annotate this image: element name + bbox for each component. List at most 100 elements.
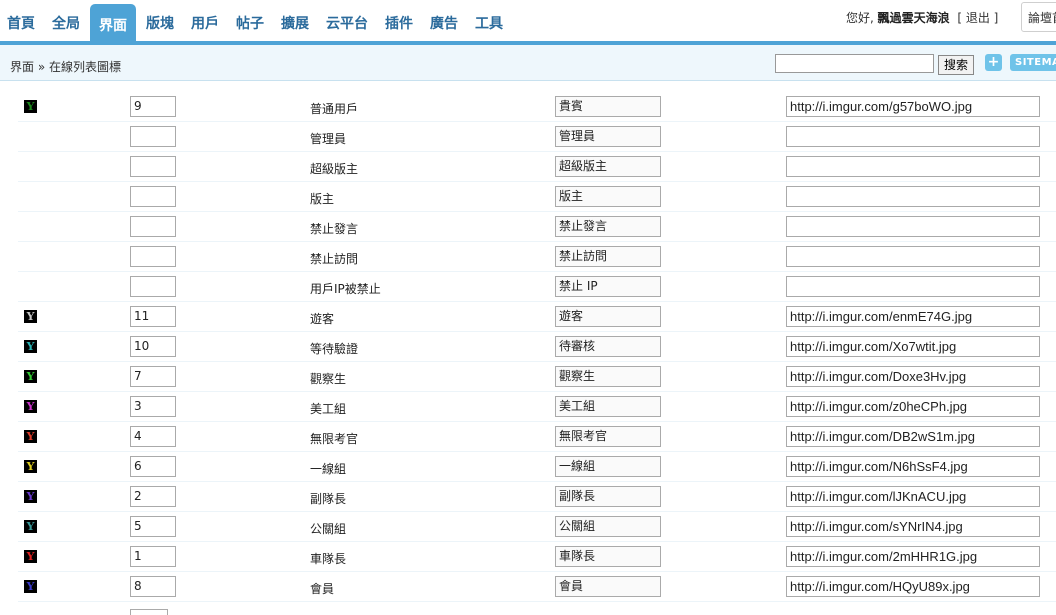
display-order-input[interactable]: 11: [130, 306, 176, 327]
group-title-input[interactable]: 管理員: [555, 126, 661, 147]
nav-tab[interactable]: 版塊: [139, 4, 181, 41]
add-button[interactable]: +: [985, 54, 1002, 71]
table-row: 超級版主 超級版主: [18, 152, 1056, 182]
group-title-input[interactable]: 公關組: [555, 516, 661, 537]
display-order-input[interactable]: 10: [130, 336, 176, 357]
group-title-input[interactable]: 超級版主: [555, 156, 661, 177]
group-name: 用戶IP被禁止: [310, 282, 381, 296]
group-name: 美工組: [310, 402, 347, 416]
group-icon: Y: [24, 550, 37, 563]
group-title-input[interactable]: 車隊長: [555, 546, 661, 567]
search-button[interactable]: 搜索: [938, 55, 974, 75]
icon-url-input[interactable]: http://i.imgur.com/lJKnACU.jpg: [786, 486, 1040, 507]
icon-url-input[interactable]: http://i.imgur.com/2mHHR1G.jpg: [786, 546, 1040, 567]
icon-url-input[interactable]: http://i.imgur.com/Doxe3Hv.jpg: [786, 366, 1040, 387]
group-name: 公關組: [310, 522, 347, 536]
display-order-input[interactable]: 5: [130, 516, 176, 537]
group-icon: Y: [24, 580, 37, 593]
nav-tab[interactable]: 插件: [378, 4, 420, 41]
breadcrumb-bar: 界面 » 在線列表圖標 搜索 + SITEMAP: [0, 45, 1056, 81]
search-input[interactable]: [775, 54, 934, 73]
group-icon: Y: [24, 310, 37, 323]
icon-url-input[interactable]: [786, 276, 1040, 297]
display-order-input[interactable]: 1: [130, 546, 176, 567]
display-order-input[interactable]: [130, 246, 176, 267]
logout-link[interactable]: 退出: [966, 11, 990, 25]
group-title-input[interactable]: 禁止發言: [555, 216, 661, 237]
group-title-input[interactable]: 禁止 IP: [555, 276, 661, 297]
nav-tab[interactable]: 工具: [468, 4, 510, 41]
group-title-input[interactable]: 副隊長: [555, 486, 661, 507]
greeting-text: 您好,: [846, 11, 874, 25]
group-title-input[interactable]: 禁止訪問: [555, 246, 661, 267]
group-title-input[interactable]: 一線組: [555, 456, 661, 477]
icon-url-input[interactable]: http://i.imgur.com/sYNrIN4.jpg: [786, 516, 1040, 537]
display-order-input[interactable]: [130, 186, 176, 207]
icon-url-input[interactable]: http://i.imgur.com/HQyU89x.jpg: [786, 576, 1040, 597]
group-title-input[interactable]: 待審核: [555, 336, 661, 357]
nav-tab[interactable]: 帖子: [229, 4, 271, 41]
group-name: 版主: [310, 192, 335, 206]
icon-url-input[interactable]: [786, 156, 1040, 177]
icon-url-input[interactable]: http://i.imgur.com/enmE74G.jpg: [786, 306, 1040, 327]
group-title-input[interactable]: 版主: [555, 186, 661, 207]
table-row: Y 1 車隊長 車隊長 http://i.imgur.com/2mHHR1G.jpg: [18, 542, 1056, 572]
group-title-input[interactable]: 無限考官: [555, 426, 661, 447]
icon-url-input[interactable]: http://i.imgur.com/z0heCPh.jpg: [786, 396, 1040, 417]
group-title-input[interactable]: 遊客: [555, 306, 661, 327]
display-order-input[interactable]: 6: [130, 456, 176, 477]
breadcrumb: 界面 » 在線列表圖標: [10, 60, 121, 74]
icon-url-input[interactable]: [786, 126, 1040, 147]
display-order-input[interactable]: 2: [130, 486, 176, 507]
icon-url-input[interactable]: [786, 186, 1040, 207]
display-order-input[interactable]: [130, 156, 176, 177]
display-order-input[interactable]: 3: [130, 396, 176, 417]
nav-tab[interactable]: 首頁: [0, 4, 42, 41]
nav-tab[interactable]: 擴展: [274, 4, 316, 41]
group-icon: Y: [24, 100, 37, 113]
nav-tab[interactable]: 全局: [45, 4, 87, 41]
group-name: 等待驗證: [310, 342, 359, 356]
table-row: 管理員 管理員: [18, 122, 1056, 152]
icon-url-input[interactable]: [786, 216, 1040, 237]
group-name: 車隊長: [310, 552, 347, 566]
group-name: 超級版主: [310, 162, 359, 176]
group-title-input[interactable]: 美工組: [555, 396, 661, 417]
display-order-input[interactable]: 4: [130, 426, 176, 447]
next-row-order-input[interactable]: [130, 609, 168, 615]
table-row: Y 2 副隊長 副隊長 http://i.imgur.com/lJKnACU.jpg: [18, 482, 1056, 512]
group-name: 禁止訪問: [310, 252, 359, 266]
icon-url-input[interactable]: http://i.imgur.com/DB2wS1m.jpg: [786, 426, 1040, 447]
display-order-input[interactable]: [130, 276, 176, 297]
group-icon: Y: [24, 430, 37, 443]
icon-url-input[interactable]: http://i.imgur.com/g57boWO.jpg: [786, 96, 1040, 117]
icon-url-input[interactable]: http://i.imgur.com/N6hSsF4.jpg: [786, 456, 1040, 477]
display-order-input[interactable]: 9: [130, 96, 176, 117]
nav-tab[interactable]: 用戶: [184, 4, 226, 41]
group-title-input[interactable]: 觀察生: [555, 366, 661, 387]
table-row: Y 8 會員 會員 http://i.imgur.com/HQyU89x.jpg: [18, 572, 1056, 602]
display-order-input[interactable]: 8: [130, 576, 176, 597]
table-row: Y 5 公關組 公關組 http://i.imgur.com/sYNrIN4.jpg: [18, 512, 1056, 542]
forum-home-button[interactable]: 論壇首頁: [1021, 2, 1056, 32]
group-name: 觀察生: [310, 372, 347, 386]
table-row: Y 7 觀察生 觀察生 http://i.imgur.com/Doxe3Hv.jpg: [18, 362, 1056, 392]
icon-url-input[interactable]: [786, 246, 1040, 267]
group-name: 無限考官: [310, 432, 359, 446]
display-order-input[interactable]: [130, 126, 176, 147]
group-title-input[interactable]: 會員: [555, 576, 661, 597]
group-title-input[interactable]: 貴賓: [555, 96, 661, 117]
nav-tab[interactable]: 界面: [90, 4, 136, 45]
table-row: 用戶IP被禁止 禁止 IP: [18, 272, 1056, 302]
icon-url-input[interactable]: http://i.imgur.com/Xo7wtit.jpg: [786, 336, 1040, 357]
logout-bracket-open: [: [957, 11, 962, 25]
sitemap-button[interactable]: SITEMAP: [1010, 54, 1056, 71]
nav-tab[interactable]: 廣告: [423, 4, 465, 41]
group-name: 禁止發言: [310, 222, 359, 236]
display-order-input[interactable]: 7: [130, 366, 176, 387]
group-name: 一線組: [310, 462, 347, 476]
nav-tab[interactable]: 云平台: [319, 4, 375, 41]
username: 飄過雲天海浪: [877, 11, 950, 25]
display-order-input[interactable]: [130, 216, 176, 237]
table-row: Y 9 普通用戶 貴賓 http://i.imgur.com/g57boWO.jpg: [18, 92, 1056, 122]
